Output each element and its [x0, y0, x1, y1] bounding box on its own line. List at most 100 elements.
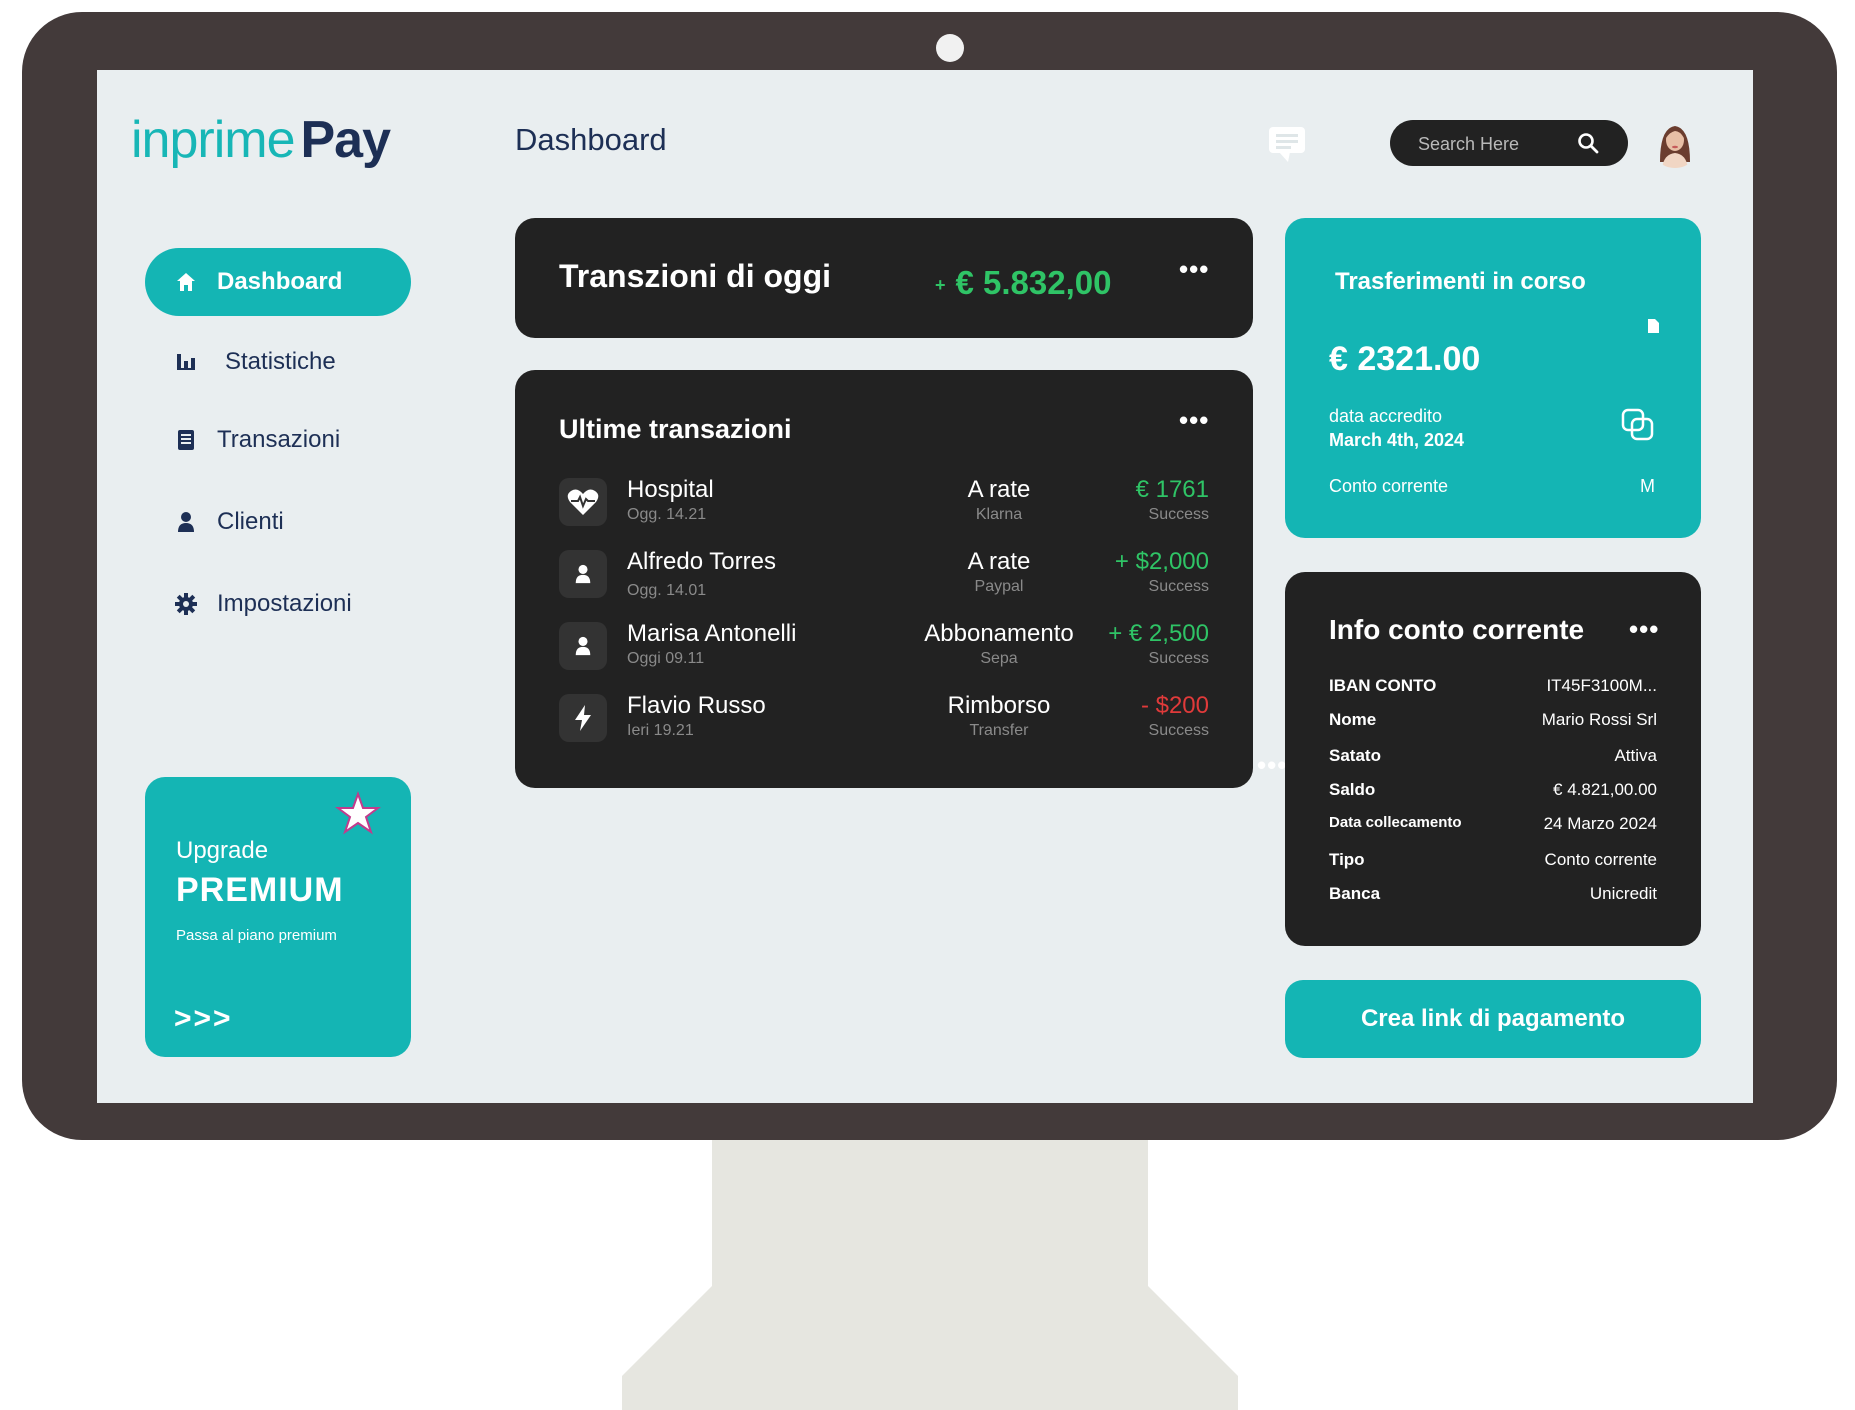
brand-logo[interactable]: inprime Pay — [131, 110, 392, 170]
today-amount-value: € 5.832,00 — [955, 264, 1112, 301]
more-options-icon[interactable]: ••• — [1179, 407, 1209, 433]
transfer-account-code: M — [1640, 476, 1655, 496]
info-value: IT45F3100M... — [1546, 676, 1657, 695]
table-row[interactable]: Marisa Antonelli Oggi 09.11 Abbonamento … — [559, 616, 1209, 672]
sidebar-item-dashboard[interactable]: Dashboard — [145, 248, 411, 316]
info-value: € 4.821,00.00 — [1553, 780, 1657, 799]
latest-transactions-card: Ultime transazioni ••• Hospital Ogg. 14.… — [515, 370, 1253, 788]
transaction-method: A rate — [967, 548, 1031, 575]
sidebar-item-transazioni[interactable]: Transazioni — [145, 406, 411, 474]
monitor-stand-neck — [712, 1140, 1148, 1288]
create-payment-link-button[interactable]: Crea link di pagamento — [1285, 980, 1701, 1058]
info-row: Saldo € 4.821,00.00 — [1329, 780, 1657, 810]
table-row[interactable]: Alfredo Torres Ogg. 14.01 A rate Paypal … — [559, 544, 1209, 600]
transaction-name: Marisa Antonelli — [627, 620, 797, 647]
transaction-provider: Paypal — [974, 578, 1024, 595]
sidebar-item-label: Clienti — [217, 508, 284, 535]
today-title: Transzioni di oggi — [559, 258, 831, 294]
star-icon — [335, 791, 381, 835]
transaction-amount: + $2,000 — [1114, 548, 1209, 575]
transaction-status: Success — [1148, 506, 1209, 523]
more-options-icon[interactable]: ••• — [1257, 752, 1287, 778]
transaction-status: Success — [1148, 578, 1209, 595]
info-value: Conto corrente — [1544, 850, 1657, 869]
copy-icon[interactable] — [1619, 406, 1657, 444]
today-transactions-card: Transzioni di oggi + € 5.832,00 ••• — [515, 218, 1253, 338]
document-icon[interactable] — [1645, 318, 1661, 334]
heart-icon — [559, 478, 607, 526]
info-key: Tipo — [1329, 850, 1365, 869]
sidebar-item-label: Impostazioni — [217, 590, 352, 617]
transaction-time: Oggi 09.11 — [627, 650, 705, 667]
transaction-status: Success — [1148, 722, 1209, 739]
transaction-status: Success — [1148, 650, 1209, 667]
receipt-icon — [175, 429, 197, 451]
info-value: 24 Marzo 2024 — [1543, 814, 1657, 833]
transaction-time: Ieri 19.21 — [627, 722, 694, 739]
transaction-name: Alfredo Torres — [627, 548, 776, 575]
transaction-amount: + € 2,500 — [1108, 620, 1209, 647]
page-title: Dashboard — [515, 122, 667, 157]
brand-name-part2: Pay — [300, 111, 392, 169]
user-icon — [559, 550, 607, 598]
info-value: Attiva — [1614, 746, 1657, 765]
sidebar-item-clienti[interactable]: Clienti — [145, 488, 411, 556]
sidebar-item-label: Transazioni — [217, 426, 341, 453]
today-amount: + € 5.832,00 — [935, 264, 1112, 302]
info-key: Satato — [1329, 746, 1381, 765]
lightning-icon — [559, 694, 607, 742]
search-box — [1390, 120, 1628, 166]
monitor-stand-base — [622, 1286, 1238, 1410]
info-row: Banca Unicredit — [1329, 884, 1657, 914]
transaction-method: A rate — [967, 476, 1031, 503]
transactions-title: Ultime transazioni — [559, 414, 792, 444]
home-icon — [175, 271, 197, 293]
premium-arrows-button[interactable]: >>> — [174, 1002, 233, 1036]
info-row: Data collecamento 24 Marzo 2024 — [1329, 814, 1657, 844]
camera-dot — [936, 34, 964, 62]
gear-icon — [175, 593, 197, 615]
transaction-time: Ogg. 14.01 — [627, 582, 707, 599]
table-row[interactable]: Flavio Russo Ieri 19.21 Rimborso Transfe… — [559, 688, 1209, 744]
user-icon — [175, 511, 197, 533]
more-options-icon[interactable]: ••• — [1629, 616, 1659, 642]
user-icon — [559, 622, 607, 670]
transaction-provider: Transfer — [969, 722, 1029, 739]
info-key: Data collecamento — [1329, 814, 1462, 831]
monitor-frame: inprime Pay Dashboard Search Here Dashbo… — [22, 12, 1837, 1140]
premium-upgrade-label: Upgrade — [176, 837, 269, 864]
premium-upgrade-card[interactable]: Upgrade PREMIUM Passa al piano premium >… — [145, 777, 411, 1057]
transfer-date-label: data accredito — [1329, 406, 1443, 426]
today-plus-sign: + — [935, 274, 946, 295]
transfer-amount: € 2321.00 — [1329, 340, 1481, 378]
info-key: Banca — [1329, 884, 1381, 903]
info-value: Unicredit — [1589, 884, 1657, 903]
premium-subtitle: Passa al piano premium — [176, 927, 337, 944]
transaction-name: Flavio Russo — [627, 692, 766, 719]
info-row: IBAN CONTO IT45F3100M... — [1329, 676, 1657, 706]
transaction-amount: € 1761 — [1135, 476, 1209, 503]
search-input[interactable] — [1416, 128, 1570, 160]
info-row: Tipo Conto corrente — [1329, 850, 1657, 880]
more-options-icon[interactable]: ••• — [1179, 256, 1209, 282]
account-info-card: Info conto corrente ••• IBAN CONTO IT45F… — [1285, 572, 1701, 946]
info-value: Mario Rossi Srl — [1541, 710, 1657, 729]
table-row[interactable]: Hospital Ogg. 14.21 A rate Klarna € 1761… — [559, 472, 1209, 528]
premium-title: PREMIUM — [176, 871, 344, 909]
transaction-provider: Sepa — [980, 650, 1018, 667]
transfer-in-progress-card: Trasferimenti in corso € 2321.00 data ac… — [1285, 218, 1701, 538]
brand-name-part1: inprime — [131, 111, 295, 169]
search-icon[interactable] — [1576, 131, 1600, 155]
info-key: IBAN CONTO — [1329, 676, 1437, 695]
avatar[interactable] — [1650, 118, 1700, 168]
sidebar-item-statistiche[interactable]: Statistiche — [145, 328, 411, 396]
bar-chart-icon — [175, 351, 197, 373]
transfer-account: Conto corrente — [1329, 476, 1449, 496]
sidebar-item-label: Dashboard — [217, 268, 343, 295]
chat-icon[interactable] — [1269, 127, 1305, 162]
sidebar-item-impostazioni[interactable]: Impostazioni — [145, 570, 411, 638]
transaction-method: Abbonamento — [924, 620, 1074, 647]
info-key: Nome — [1329, 710, 1377, 729]
info-row: Nome Mario Rossi Srl — [1329, 710, 1657, 740]
app-screen: inprime Pay Dashboard Search Here Dashbo… — [97, 70, 1753, 1103]
